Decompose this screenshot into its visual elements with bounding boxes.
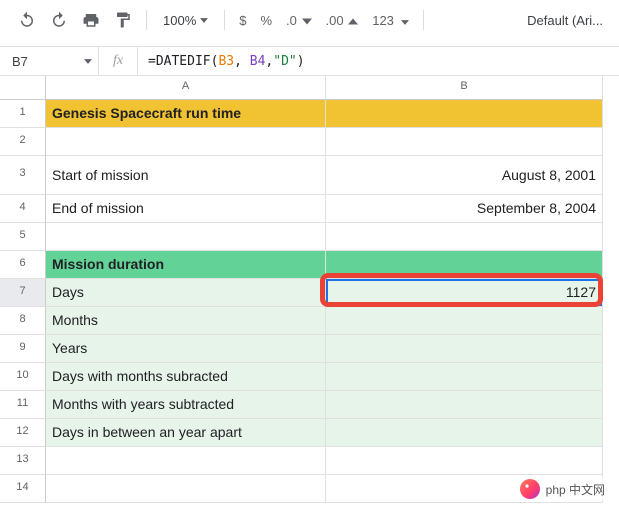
cell-A11[interactable]: Months with years subtracted bbox=[46, 391, 326, 419]
chevron-down-icon bbox=[401, 20, 409, 25]
row-header[interactable]: 10 bbox=[0, 363, 46, 391]
separator bbox=[146, 10, 147, 30]
cell-A4[interactable]: End of mission bbox=[46, 195, 326, 223]
format-currency-button[interactable]: $ bbox=[233, 13, 252, 28]
row-header[interactable]: 4 bbox=[0, 195, 46, 223]
chevron-down-icon bbox=[84, 59, 92, 64]
row-header[interactable]: 3 bbox=[0, 156, 46, 195]
undo-button[interactable] bbox=[12, 6, 42, 34]
redo-button[interactable] bbox=[44, 6, 74, 34]
cell-A5[interactable] bbox=[46, 223, 326, 251]
selection-border bbox=[326, 279, 602, 306]
name-box[interactable]: B7 bbox=[12, 54, 98, 69]
cell-A8[interactable]: Months bbox=[46, 307, 326, 335]
toolbar: 100% $ % .0 .00 123 Default (Ari... bbox=[0, 0, 619, 47]
fill-handle[interactable] bbox=[597, 301, 603, 307]
cell-B10[interactable] bbox=[326, 363, 603, 391]
cell-B3[interactable]: August 8, 2001 bbox=[326, 156, 603, 195]
row-header[interactable]: 8 bbox=[0, 307, 46, 335]
separator bbox=[224, 10, 225, 30]
formula-input[interactable]: =DATEDIF(B3, B4,"D") bbox=[148, 54, 305, 69]
cell-reference: B7 bbox=[12, 54, 28, 69]
cell-B6[interactable] bbox=[326, 251, 603, 279]
cell-A14[interactable] bbox=[46, 475, 326, 503]
cell-B4[interactable]: September 8, 2004 bbox=[326, 195, 603, 223]
row-header[interactable]: 14 bbox=[0, 475, 46, 503]
cell-B8[interactable] bbox=[326, 307, 603, 335]
cell-A7[interactable]: Days bbox=[46, 279, 326, 307]
cell-A2[interactable] bbox=[46, 128, 326, 156]
zoom-value: 100% bbox=[163, 13, 196, 28]
fx-label: fx bbox=[98, 47, 138, 75]
cell-B13[interactable] bbox=[326, 447, 603, 475]
chevron-down-icon bbox=[200, 18, 208, 23]
select-all-corner[interactable] bbox=[0, 76, 46, 100]
up-arrow-icon bbox=[348, 18, 358, 25]
down-arrow-icon bbox=[302, 18, 312, 25]
cell-B7[interactable]: 1127 bbox=[326, 279, 603, 307]
increase-decimal-button[interactable]: .00 bbox=[320, 13, 365, 28]
cell-A9[interactable]: Years bbox=[46, 335, 326, 363]
column-header-B[interactable]: B bbox=[326, 76, 603, 100]
print-button[interactable] bbox=[76, 6, 106, 34]
separator bbox=[423, 10, 424, 30]
paint-format-button[interactable] bbox=[108, 6, 138, 34]
cell-B9[interactable] bbox=[326, 335, 603, 363]
cell-B12[interactable] bbox=[326, 419, 603, 447]
cell-A3[interactable]: Start of mission bbox=[46, 156, 326, 195]
row-header[interactable]: 5 bbox=[0, 223, 46, 251]
cell-A1[interactable]: Genesis Spacecraft run time bbox=[46, 100, 326, 128]
row-header[interactable]: 1 bbox=[0, 100, 46, 128]
cell-B11[interactable] bbox=[326, 391, 603, 419]
row-header[interactable]: 9 bbox=[0, 335, 46, 363]
row-header[interactable]: 2 bbox=[0, 128, 46, 156]
zoom-picker[interactable]: 100% bbox=[155, 13, 216, 28]
spreadsheet-grid: A B 1 Genesis Spacecraft run time 2 3 St… bbox=[0, 76, 619, 503]
row-header[interactable]: 12 bbox=[0, 419, 46, 447]
more-formats-button[interactable]: 123 bbox=[366, 13, 414, 28]
watermark-text: php 中文网 bbox=[546, 481, 605, 498]
formula-bar: B7 fx =DATEDIF(B3, B4,"D") bbox=[0, 47, 619, 76]
cell-A6[interactable]: Mission duration bbox=[46, 251, 326, 279]
row-header[interactable]: 6 bbox=[0, 251, 46, 279]
cell-A13[interactable] bbox=[46, 447, 326, 475]
font-picker[interactable]: Default (Ari... bbox=[527, 13, 607, 28]
watermark: php 中文网 bbox=[514, 477, 611, 501]
decrease-decimal-button[interactable]: .0 bbox=[280, 13, 317, 28]
cell-B5[interactable] bbox=[326, 223, 603, 251]
cell-A10[interactable]: Days with months subracted bbox=[46, 363, 326, 391]
row-header[interactable]: 13 bbox=[0, 447, 46, 475]
row-header[interactable]: 7 bbox=[0, 279, 46, 307]
cell-B1[interactable] bbox=[326, 100, 603, 128]
format-percent-button[interactable]: % bbox=[254, 13, 278, 28]
cell-B2[interactable] bbox=[326, 128, 603, 156]
watermark-icon bbox=[520, 479, 540, 499]
row-header[interactable]: 11 bbox=[0, 391, 46, 419]
font-name: Default (Ari... bbox=[527, 13, 603, 28]
column-header-A[interactable]: A bbox=[46, 76, 326, 100]
cell-A12[interactable]: Days in between an year apart bbox=[46, 419, 326, 447]
